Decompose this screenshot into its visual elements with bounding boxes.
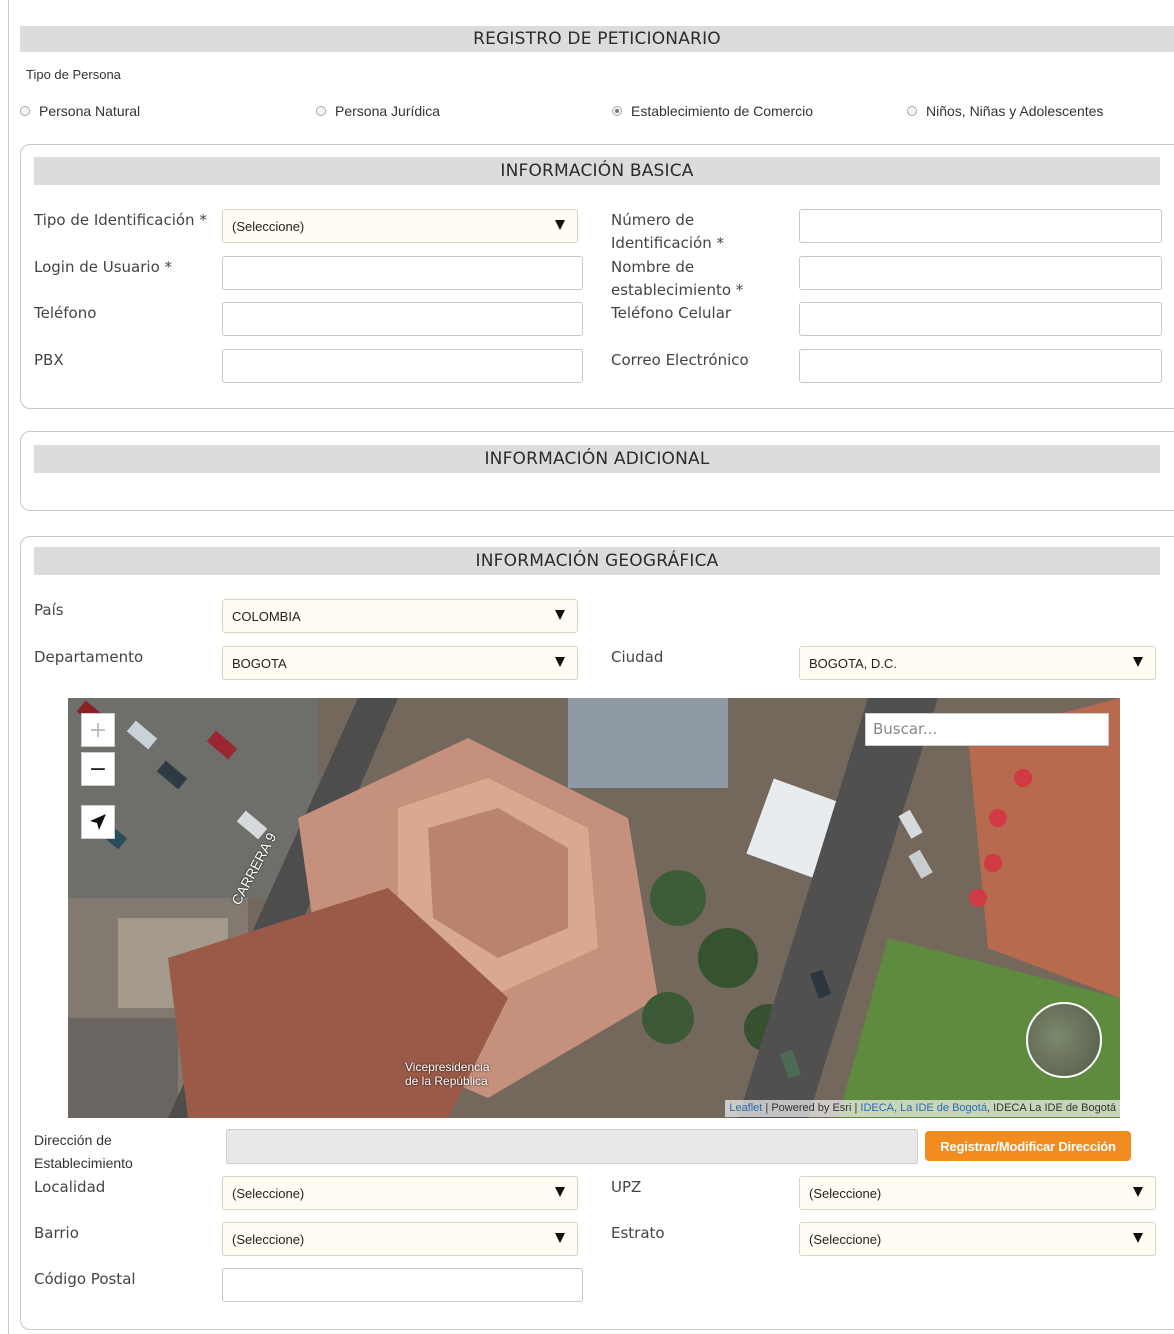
ideca-link[interactable]: IDECA, La IDE de Bogotá	[860, 1102, 987, 1114]
barrio-select[interactable]: (Seleccione)	[222, 1222, 578, 1256]
departamento-label: Departamento	[34, 648, 144, 666]
pbx-input[interactable]	[222, 349, 583, 383]
estrato-select[interactable]: (Seleccione)	[799, 1222, 1156, 1256]
codigo-postal-label: Código Postal	[34, 1270, 136, 1288]
caret-down-icon	[555, 657, 565, 667]
radio-persona-natural[interactable]: Persona Natural	[20, 101, 140, 121]
map-attribution: Leaflet | Powered by Esri | IDECA, La ID…	[725, 1100, 1120, 1117]
correo-electronico-input[interactable]	[799, 349, 1162, 383]
ciudad-label: Ciudad	[611, 648, 664, 666]
zoom-in-button[interactable]: +	[81, 713, 115, 747]
ciudad-select[interactable]: BOGOTA, D.C.	[799, 646, 1156, 680]
caret-down-icon	[555, 220, 565, 230]
departamento-select[interactable]: BOGOTA	[222, 646, 578, 680]
radio-circle-selected[interactable]	[612, 106, 622, 116]
estrato-label: Estrato	[611, 1224, 665, 1242]
codigo-postal-input[interactable]	[222, 1268, 583, 1302]
tipo-persona-label: Tipo de Persona	[26, 67, 121, 82]
registrar-modificar-direccion-button[interactable]: Registrar/Modificar Dirección	[925, 1131, 1131, 1161]
caret-down-icon	[555, 610, 565, 620]
map-search-input[interactable]: Buscar...	[865, 713, 1109, 746]
minimap[interactable]	[1026, 1002, 1102, 1078]
direccion-establecimiento-input[interactable]	[226, 1129, 918, 1164]
pais-select[interactable]: COLOMBIA	[222, 599, 578, 633]
direccion-establecimiento-label: Dirección de Establecimiento	[34, 1132, 133, 1171]
pais-label: País	[34, 601, 64, 619]
nombre-establecimiento-input[interactable]	[799, 256, 1162, 290]
section-title-basica: INFORMACIÓN BASICA	[34, 157, 1160, 185]
login-usuario-label: Login de Usuario *	[34, 258, 173, 276]
pbx-label: PBX	[34, 351, 64, 369]
localidad-label: Localidad	[34, 1178, 106, 1196]
localidad-select[interactable]: (Seleccione)	[222, 1176, 578, 1210]
radio-ninos-adolescentes[interactable]: Niños, Niñas y Adolescentes	[907, 101, 1103, 121]
radio-circle[interactable]	[907, 106, 917, 116]
section-title-geografica: INFORMACIÓN GEOGRÁFICA	[34, 547, 1160, 575]
caret-down-icon	[555, 1187, 565, 1197]
caret-down-icon	[1133, 657, 1143, 667]
radio-persona-juridica[interactable]: Persona Jurídica	[316, 101, 440, 121]
telefono-celular-input[interactable]	[799, 302, 1162, 336]
caret-down-icon	[1133, 1187, 1143, 1197]
login-usuario-input[interactable]	[222, 256, 583, 290]
telefono-celular-label: Teléfono Celular	[611, 304, 732, 322]
radio-circle[interactable]	[20, 106, 30, 116]
radio-establecimiento-comercio[interactable]: Establecimiento de Comercio	[612, 101, 813, 121]
page-left-border	[8, 0, 9, 1334]
caret-down-icon	[555, 1233, 565, 1243]
tipo-identificacion-select[interactable]: (Seleccione)	[222, 209, 578, 243]
caret-down-icon	[1133, 1233, 1143, 1243]
page-title: REGISTRO DE PETICIONARIO	[20, 26, 1174, 52]
radio-circle[interactable]	[316, 106, 326, 116]
locate-button[interactable]	[81, 805, 115, 839]
telefono-label: Teléfono	[34, 304, 97, 322]
map-place-label: Vicepresidencia de la República	[405, 1060, 490, 1088]
numero-identificacion-input[interactable]	[799, 209, 1162, 243]
upz-select[interactable]: (Seleccione)	[799, 1176, 1156, 1210]
correo-electronico-label: Correo Electrónico	[611, 351, 749, 369]
location-arrow-icon	[90, 814, 106, 830]
upz-label: UPZ	[611, 1178, 642, 1196]
tipo-identificacion-label: Tipo de Identificación *	[34, 211, 207, 229]
satellite-map[interactable]	[68, 698, 1120, 1118]
telefono-input[interactable]	[222, 302, 583, 336]
nombre-establecimiento-label: Nombre de establecimiento *	[611, 258, 744, 299]
numero-identificacion-label: Número de Identificación *	[611, 211, 724, 252]
leaflet-link[interactable]: Leaflet	[729, 1102, 762, 1114]
zoom-out-button[interactable]: −	[81, 752, 115, 786]
section-title-adicional: INFORMACIÓN ADICIONAL	[34, 445, 1160, 473]
barrio-label: Barrio	[34, 1224, 79, 1242]
